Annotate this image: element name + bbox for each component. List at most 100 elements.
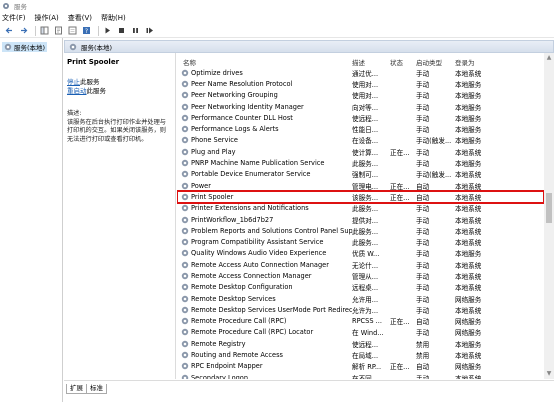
gear-icon: [181, 125, 189, 133]
service-startup-type-cell: 手动: [416, 114, 430, 123]
forward-arrow-icon[interactable]: [18, 25, 29, 36]
toolbar: ?: [0, 24, 554, 38]
service-row[interactable]: Quality Windows Audio Video Experience 优质…: [177, 248, 544, 259]
service-log-on-as-cell: 本地系统: [455, 171, 482, 180]
menu-action[interactable]: 操作(A): [35, 13, 59, 23]
scroll-down-arrow-icon[interactable]: ▼: [545, 370, 553, 378]
service-row[interactable]: Peer Name Resolution Protocol 使用对... 手动 本地服…: [177, 78, 544, 89]
scroll-up-arrow-icon[interactable]: ▲: [545, 54, 553, 62]
service-row[interactable]: Phone Service 在设备... 手动(触发... 本地服务: [177, 135, 544, 146]
service-row-selected[interactable]: Print Spooler 该服务... 正在... 自动 本地系统: [177, 190, 544, 204]
service-row[interactable]: Portable Device Enumerator Service 强制可...…: [177, 169, 544, 180]
stop-service-icon[interactable]: [116, 25, 127, 36]
service-log-on-as-cell: 本地系统: [455, 284, 482, 293]
service-log-on-as-cell: 本地系统: [455, 227, 482, 236]
service-row[interactable]: Peer Networking Grouping 使用对... 手动 本地服务: [177, 90, 544, 101]
service-row[interactable]: Performance Logs & Alerts 性能日... 手动 本地服务: [177, 123, 544, 134]
vertical-scrollbar[interactable]: ▲ ▼: [544, 53, 554, 379]
gear-icon: [181, 170, 189, 178]
start-service-icon[interactable]: [102, 25, 113, 36]
service-row[interactable]: Remote Desktop Services 允许用... 手动 网络服务: [177, 293, 544, 304]
service-startup-type-cell: 手动: [416, 374, 430, 379]
service-row[interactable]: RPC Endpoint Mapper 解析 RP... 正在... 自动 网络服务: [177, 361, 544, 372]
properties-icon[interactable]: [53, 25, 64, 36]
service-status-cell: 正在...: [390, 193, 410, 202]
service-status-cell: 正在...: [390, 318, 410, 327]
service-description-cell: 此服务...: [352, 239, 379, 248]
service-name-cell: Remote Registry: [177, 340, 352, 348]
service-name-cell: PNRP Machine Name Publication Service: [177, 159, 352, 167]
service-name: Remote Registry: [191, 339, 246, 348]
service-description-cell: 无论什...: [352, 261, 379, 270]
menu-file[interactable]: 文件(F): [2, 13, 26, 23]
service-row[interactable]: Problem Reports and Solutions Control Pa…: [177, 225, 544, 236]
svg-text:?: ?: [85, 28, 88, 35]
stop-link-suffix: 此服务: [80, 78, 100, 86]
gear-icon: [181, 238, 189, 246]
column-header-startup-type[interactable]: 启动类型: [416, 53, 455, 67]
service-startup-type-cell: 手动(触发...: [416, 171, 452, 180]
help-icon[interactable]: ?: [81, 25, 92, 36]
service-row[interactable]: PNRP Machine Name Publication Service 此服务…: [177, 157, 544, 168]
service-row[interactable]: Remote Access Connection Manager 管理从... 手动…: [177, 270, 544, 281]
service-row[interactable]: Performance Counter DLL Host 使远程... 手动 本地服务: [177, 112, 544, 123]
service-log-on-as-cell: 本地系统: [455, 352, 482, 361]
column-header-log-on-as[interactable]: 登录为: [455, 53, 495, 67]
service-startup-type-cell: 自动: [416, 363, 430, 372]
gear-icon: [181, 69, 189, 77]
column-header-status[interactable]: 状态: [390, 53, 416, 67]
gear-icon: [181, 148, 189, 156]
service-description-cell: 允许用...: [352, 295, 379, 304]
service-row[interactable]: Remote Registry 使远程... 禁用 本地服务: [177, 338, 544, 349]
service-row[interactable]: Remote Procedure Call (RPC) Locator 在 Win…: [177, 327, 544, 338]
service-row[interactable]: Printer Extensions and Notifications 此服务.…: [177, 203, 544, 214]
tab-standard[interactable]: 标准: [86, 384, 107, 394]
menu-view[interactable]: 查看(V): [68, 13, 92, 23]
scrollbar-thumb[interactable]: [546, 193, 552, 223]
service-description-cell: 该服务...: [352, 193, 379, 202]
restart-service-icon[interactable]: [144, 25, 155, 36]
service-name-cell: Remote Access Connection Manager: [177, 272, 352, 280]
service-row[interactable]: Secondary Logon 在不同... 手动 本地系统: [177, 372, 544, 379]
service-row[interactable]: Routing and Remote Access 在局域... 禁用 本地系统: [177, 349, 544, 360]
service-row[interactable]: Remote Desktop Services UserMode Port Re…: [177, 304, 544, 315]
refresh-icon[interactable]: [67, 25, 78, 36]
service-name: Plug and Play: [191, 147, 236, 156]
tree-node-services-local[interactable]: 服务(本地): [2, 42, 48, 52]
service-row[interactable]: Remote Procedure Call (RPC) RPCSS ... 正在..…: [177, 316, 544, 327]
console-tree-icon[interactable]: [39, 25, 50, 36]
service-row[interactable]: Power 管理电... 正在... 自动 本地系统: [177, 180, 544, 191]
column-header-description[interactable]: 描述: [352, 53, 390, 67]
service-name: PrintWorkflow_1b6d7b27: [191, 215, 274, 224]
service-log-on-as-cell: 本地系统: [455, 69, 482, 78]
service-row[interactable]: Plug and Play 使计算... 正在... 手动 本地系统: [177, 146, 544, 157]
service-log-on-as-cell: 本地系统: [455, 205, 482, 214]
panel-header-title: 服务(本地): [81, 43, 113, 52]
menu-help[interactable]: 帮助(H): [101, 13, 126, 23]
service-row[interactable]: PrintWorkflow_1b6d7b27 提供对... 手动 本地系统: [177, 214, 544, 225]
service-description-cell: 在设备...: [352, 137, 379, 146]
service-row[interactable]: Remote Desktop Configuration 远程桌... 手动 本地系统: [177, 282, 544, 293]
restart-service-link[interactable]: 重启动: [67, 87, 87, 95]
service-startup-type-cell: 手动: [416, 239, 430, 248]
service-name-cell: Routing and Remote Access: [177, 351, 352, 359]
gear-icon: [181, 227, 189, 235]
back-arrow-icon[interactable]: [4, 25, 15, 36]
restart-link-suffix: 此服务: [86, 87, 107, 95]
service-row[interactable]: Remote Access Auto Connection Manager 无论什…: [177, 259, 544, 270]
stop-service-link[interactable]: 停止: [67, 78, 80, 86]
tab-extended[interactable]: 扩展: [66, 384, 87, 394]
service-log-on-as-cell: 网络服务: [455, 295, 482, 304]
service-startup-type-cell: 自动: [416, 318, 430, 327]
service-name-cell: Secondary Logon: [177, 374, 352, 379]
service-row[interactable]: Program Compatibility Assistant Service 此…: [177, 236, 544, 247]
service-row[interactable]: Optimize drives 通过优... 手动 本地系统: [177, 67, 544, 78]
pause-service-icon[interactable]: [130, 25, 141, 36]
service-row[interactable]: Peer Networking Identity Manager 向对等... 手动…: [177, 101, 544, 112]
service-log-on-as-cell: 本地系统: [455, 216, 482, 225]
column-header-name[interactable]: 名称: [177, 53, 352, 67]
service-startup-type-cell: 手动: [416, 272, 430, 281]
service-log-on-as-cell: 本地服务: [455, 114, 482, 123]
service-name: Optimize drives: [191, 68, 243, 77]
services-list: 名称 描述 状态 启动类型 登录为 Optimize drives 通过优... 手…: [177, 53, 544, 379]
